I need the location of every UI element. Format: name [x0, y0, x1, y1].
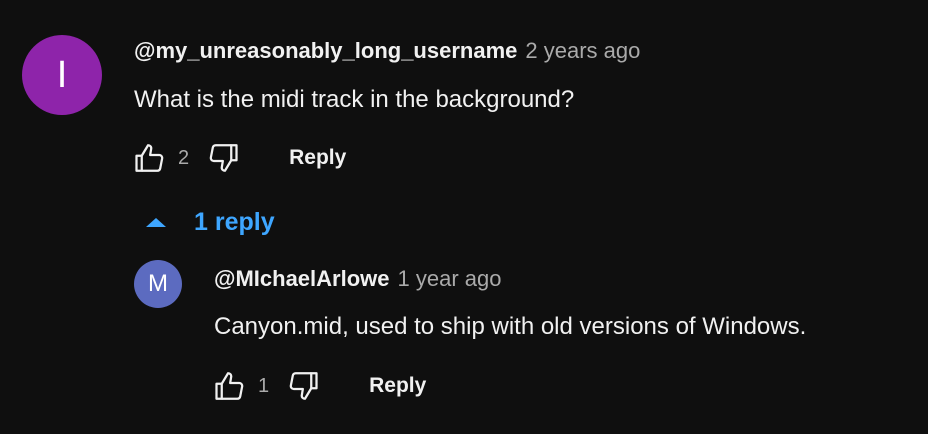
- thumbs-down-icon: [289, 372, 318, 400]
- thumbs-up-icon: [135, 144, 164, 172]
- reply-header: @MIchaelArlowe 1 year ago: [214, 266, 501, 292]
- comment-header: @my_unreasonably_long_username 2 years a…: [134, 38, 640, 64]
- reply-like-count: 1: [258, 374, 270, 397]
- reply-button[interactable]: Reply: [289, 146, 346, 170]
- reply-like-button[interactable]: [210, 366, 250, 406]
- caret-up-icon: [146, 218, 166, 227]
- reply-author[interactable]: @MIchaelArlowe: [214, 266, 390, 292]
- comment-actions: 2 Reply: [130, 138, 346, 178]
- reply-timestamp[interactable]: 1 year ago: [398, 266, 502, 292]
- comment-text: What is the midi track in the background…: [134, 86, 575, 113]
- like-button[interactable]: [130, 138, 170, 178]
- reply-actions: 1 Reply: [210, 366, 426, 406]
- replies-toggle[interactable]: 1 reply: [146, 208, 275, 237]
- avatar-letter: I: [56, 53, 68, 96]
- dislike-button[interactable]: [203, 138, 243, 178]
- thumbs-down-icon: [209, 144, 238, 172]
- reply-reply-button[interactable]: Reply: [369, 374, 426, 398]
- avatar-letter: M: [148, 270, 168, 297]
- like-count: 2: [178, 146, 190, 169]
- reply-text: Canyon.mid, used to ship with old versio…: [214, 313, 807, 340]
- thumbs-up-icon: [215, 372, 244, 400]
- reply-avatar[interactable]: M: [134, 260, 182, 308]
- comment-timestamp[interactable]: 2 years ago: [525, 38, 640, 64]
- comment-author[interactable]: @my_unreasonably_long_username: [134, 38, 517, 64]
- replies-count-label: 1 reply: [194, 208, 275, 236]
- reply-dislike-button[interactable]: [283, 366, 323, 406]
- avatar[interactable]: I: [22, 35, 102, 115]
